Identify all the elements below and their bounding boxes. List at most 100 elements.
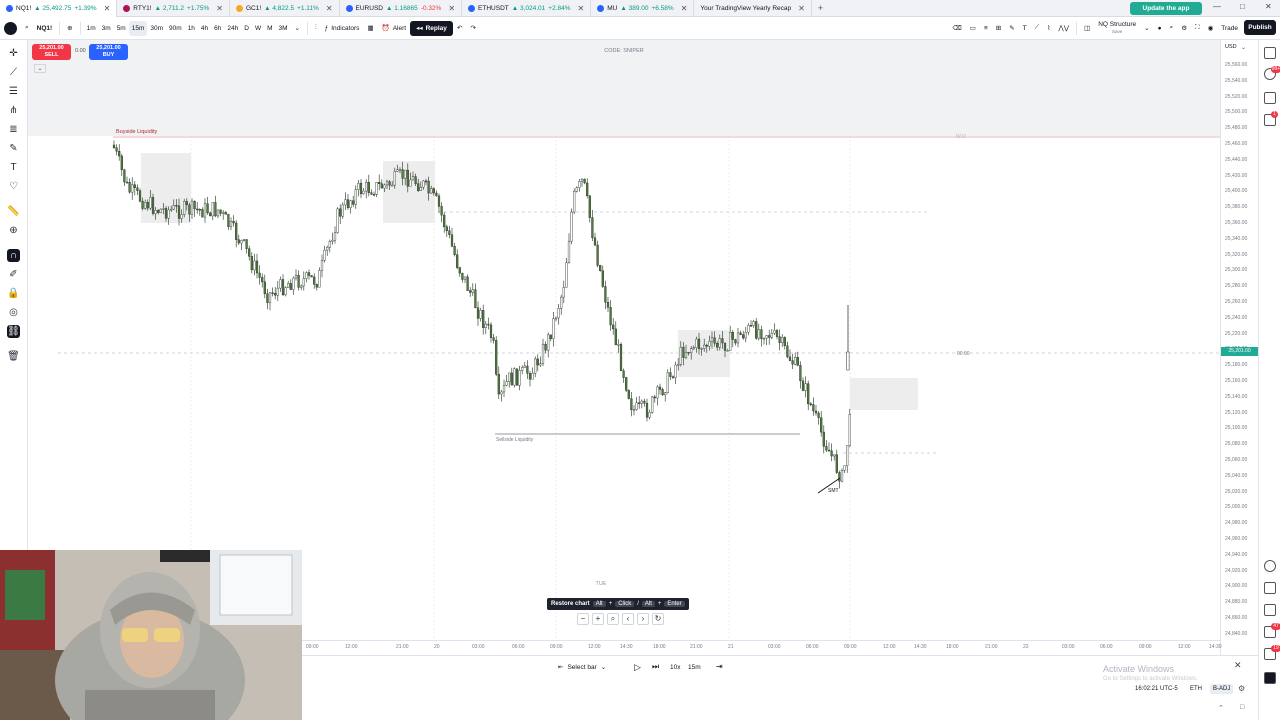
browser-tab[interactable]: ETHUSDT ▲ 3,024.01 +2.84% ✕	[462, 0, 592, 17]
draw-mode-icon[interactable]: ✐	[7, 268, 20, 281]
trash-icon[interactable]: 🗑	[7, 350, 20, 363]
browser-tab[interactable]: MU ▲ 389.00 +6.58% ✕	[591, 0, 695, 17]
settings-icon[interactable]: ⚙	[1238, 684, 1245, 693]
reset-chart-icon[interactable]: ↻	[652, 613, 664, 625]
ruler-tool-icon[interactable]: 📏	[7, 205, 20, 218]
maximize-panel-icon[interactable]: □	[1240, 704, 1244, 711]
reset-scale-icon[interactable]: ⌕	[607, 613, 619, 625]
close-icon[interactable]: ✕	[798, 4, 805, 13]
fib-retracement-icon[interactable]: ≣	[7, 123, 20, 136]
buy-button[interactable]: 25,201.00 BUY	[89, 44, 128, 60]
brush-icon[interactable]: ✎	[1005, 17, 1018, 40]
camera-icon[interactable]: ◉	[1204, 17, 1218, 40]
pattern-icon[interactable]: ⋀⋁	[1054, 17, 1073, 40]
candle-type-icon[interactable]: ⫶	[311, 17, 321, 40]
warning-icon[interactable]	[1264, 582, 1276, 594]
path-icon[interactable]: ⌇	[1043, 17, 1054, 40]
interval-M[interactable]: M	[264, 17, 275, 40]
link-icon[interactable]: ⛓	[7, 325, 20, 338]
fullscreen-icon[interactable]: ⛶	[1191, 17, 1204, 40]
symbol-search[interactable]: NQ1!	[33, 17, 57, 40]
templates-icon[interactable]: ▦	[363, 17, 377, 40]
undo-icon[interactable]: ↶	[453, 17, 466, 40]
close-icon[interactable]: ✕	[578, 4, 585, 13]
settings-icon[interactable]: ⚙	[1177, 17, 1191, 40]
crosshair-icon[interactable]: ✛	[7, 47, 20, 60]
zoom-in-icon[interactable]: +	[592, 613, 604, 625]
pitchfork-icon[interactable]: ⋔	[7, 104, 20, 117]
layers-icon[interactable]	[1264, 92, 1276, 104]
browser-tab[interactable]: EURUSD ▲ 1.16865 -0.32% ✕	[340, 0, 463, 17]
new-tab-icon[interactable]: +	[812, 3, 829, 13]
update-app-button[interactable]: Update the app	[1130, 2, 1202, 15]
browser-tab[interactable]: RTY1! ▲ 2,711.2 +1.75% ✕	[117, 0, 230, 17]
heart-icon[interactable]: ♡	[7, 180, 20, 193]
jump-realtime-icon[interactable]: ⇥	[716, 662, 723, 671]
ruler-icon[interactable]: ⊞	[992, 17, 1005, 40]
watchlist-icon[interactable]	[1264, 47, 1276, 59]
close-icon[interactable]: ✕	[326, 4, 333, 13]
horizontal-lines-icon[interactable]: ☰	[7, 85, 20, 98]
interval-15m[interactable]: 15m	[128, 20, 148, 36]
fib-tool-icon[interactable]: ≡	[980, 17, 992, 40]
interval-5m[interactable]: 5m	[114, 17, 129, 40]
eye-icon[interactable]: ◎	[7, 306, 20, 319]
interval-3M[interactable]: 3M	[276, 17, 291, 40]
clock[interactable]: 16:02:21 UTC-5	[1135, 686, 1178, 692]
calendar-icon[interactable]	[1264, 604, 1276, 616]
scroll-right-icon[interactable]: ›	[637, 613, 649, 625]
close-icon[interactable]: ✕	[216, 4, 223, 13]
select-bar-button[interactable]: ⇤ Select bar ⌄	[558, 663, 606, 672]
interval-3m[interactable]: 3m	[99, 17, 114, 40]
interval-4h[interactable]: 4h	[198, 17, 211, 40]
lock-icon[interactable]: 🔒	[7, 287, 20, 300]
interval-1h[interactable]: 1h	[185, 17, 198, 40]
interval-30m[interactable]: 30m	[147, 17, 166, 40]
collapse-panel-icon[interactable]: ⌃	[1218, 704, 1224, 712]
apps-grid-icon[interactable]	[1264, 672, 1276, 684]
redo-icon[interactable]: ↷	[466, 17, 479, 40]
search-icon[interactable]: ⌕	[21, 17, 33, 40]
zoom-icon[interactable]: ⊕	[7, 224, 20, 237]
indicators-button[interactable]: ƒ Indicators	[321, 17, 364, 40]
interval-D[interactable]: D	[241, 17, 252, 40]
sell-button[interactable]: 25,201.00 SELL	[32, 44, 71, 60]
text-icon[interactable]: T	[7, 161, 20, 174]
collapse-chevron-icon[interactable]: ⌄	[34, 64, 46, 73]
chevron-down-icon[interactable]: ⌄	[1241, 44, 1246, 51]
maximize-icon[interactable]: □	[1240, 2, 1245, 11]
interval-24h[interactable]: 24h	[224, 17, 241, 40]
replay-interval-button[interactable]: 15m	[688, 664, 701, 671]
trade-button[interactable]: Trade	[1217, 17, 1242, 40]
minimize-icon[interactable]: —	[1213, 2, 1221, 11]
interval-90m[interactable]: 90m	[166, 17, 185, 40]
chevron-down-icon[interactable]: ⌄	[291, 17, 304, 40]
step-forward-icon[interactable]: ⏭	[652, 662, 659, 672]
brush-tool-icon[interactable]: ✎	[7, 142, 20, 155]
window-close-icon[interactable]: ✕	[1265, 2, 1272, 11]
close-icon[interactable]: ✕	[1234, 660, 1242, 671]
restore-chart-hint[interactable]: Restore chart Alt + Click / Alt + Enter	[547, 598, 689, 610]
browser-tab[interactable]: Your TradingView Yearly Recap ✕	[694, 0, 812, 17]
zoom-out-icon[interactable]: −	[577, 613, 589, 625]
target-icon[interactable]	[1264, 560, 1276, 572]
alert-button[interactable]: ⏰ Alert	[378, 17, 410, 40]
trendline-tool-icon[interactable]: ⟋	[7, 66, 20, 79]
interval-6h[interactable]: 6h	[211, 17, 224, 40]
scroll-left-icon[interactable]: ‹	[622, 613, 634, 625]
adjustment-toggle[interactable]: B-ADJ	[1210, 684, 1234, 694]
replay-button[interactable]: ◂◂ Replay	[410, 20, 453, 36]
text-tool-icon[interactable]: T	[1019, 17, 1031, 40]
browser-tab[interactable]: GC1! ▲ 4,822.5 +1.11% ✕	[230, 0, 340, 17]
play-icon[interactable]: ▷	[634, 662, 641, 673]
publish-button[interactable]: Publish	[1244, 20, 1276, 35]
magnet-icon[interactable]: ∩	[7, 249, 20, 262]
compare-icon[interactable]: ⊕	[63, 17, 76, 40]
tv-logo-icon[interactable]	[0, 17, 21, 40]
session-toggle[interactable]: ETH	[1190, 686, 1202, 692]
close-icon[interactable]: ✕	[681, 4, 688, 13]
interval-1m[interactable]: 1m	[84, 17, 99, 40]
trendline-icon[interactable]: ⟋	[1031, 17, 1044, 40]
layout-icon[interactable]: ◫	[1080, 17, 1094, 40]
close-icon[interactable]: ✕	[104, 4, 111, 13]
